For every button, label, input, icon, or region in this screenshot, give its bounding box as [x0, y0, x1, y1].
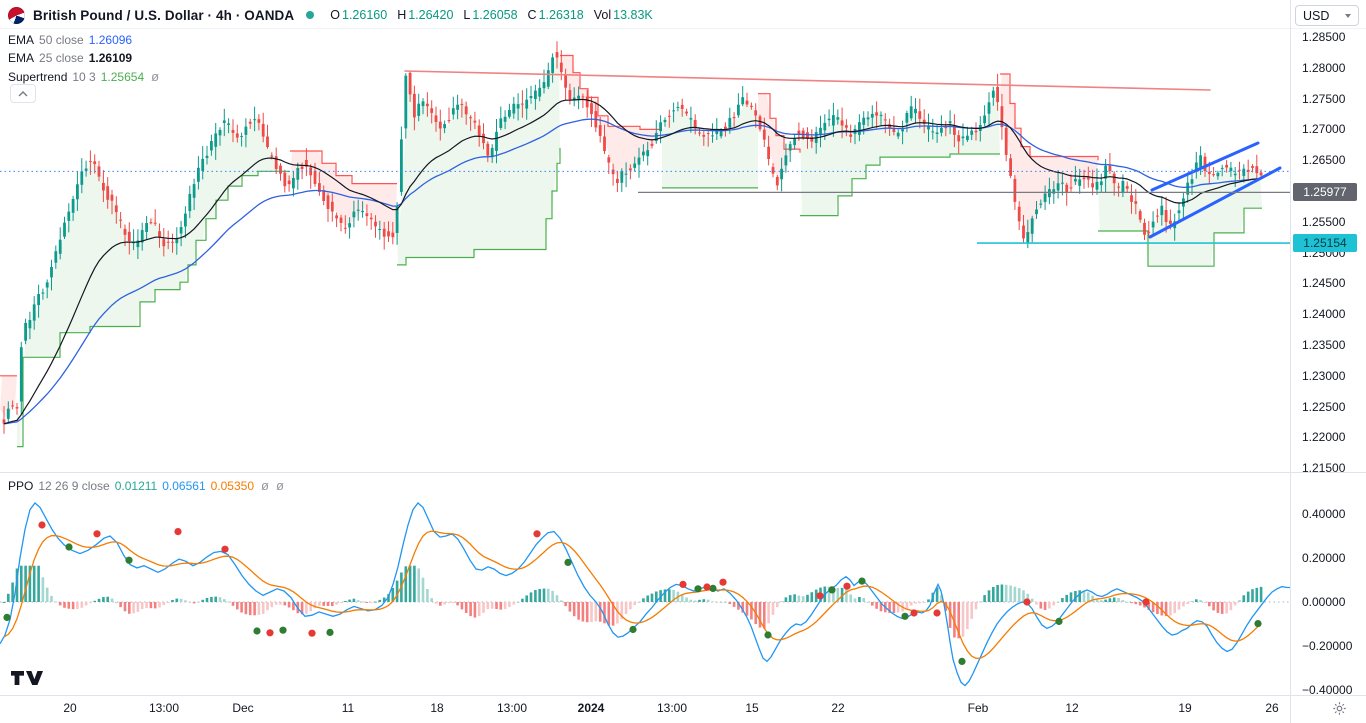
price-tick-label: 1.27000: [1302, 122, 1345, 136]
ppo-indicator-pane[interactable]: [0, 472, 1290, 695]
time-tick-label: 2024: [578, 701, 605, 715]
ppo-tick-label: 0.40000: [1302, 507, 1345, 521]
price-chart-pane[interactable]: [0, 0, 1290, 472]
ppo-tick-label: −0.20000: [1302, 639, 1352, 653]
time-tick-label: 19: [1178, 701, 1191, 715]
time-tick-label: Feb: [968, 701, 989, 715]
legend-supertrend[interactable]: Supertrend 10 3 1.25654 ø: [8, 69, 159, 84]
price-tick-label: 1.23500: [1302, 338, 1345, 352]
chevron-down-icon: [1345, 14, 1351, 18]
price-tick-label: 1.26500: [1302, 153, 1345, 167]
low-value: 1.26058: [472, 8, 517, 22]
currency-selector[interactable]: USD: [1295, 5, 1359, 26]
market-status-dot-icon[interactable]: [306, 11, 314, 19]
time-tick-label: 13:00: [497, 701, 527, 715]
open-label: O: [330, 8, 340, 22]
ema50-value: 1.26096: [89, 33, 132, 47]
ppo-tick-label: 0.00000: [1302, 595, 1345, 609]
legend-ppo[interactable]: PPO 12 26 9 close 0.01211 0.06561 0.0535…: [8, 478, 284, 493]
time-tick-label: 11: [342, 701, 354, 715]
price-tick-label: 1.24000: [1302, 307, 1345, 321]
legend-ema25[interactable]: EMA 25 close 1.26109: [8, 51, 132, 65]
price-tick-label: 1.24500: [1302, 276, 1345, 290]
ema25-value: 1.26109: [89, 51, 132, 65]
time-tick-label: 22: [831, 701, 844, 715]
ohlc-values: O1.26160 H1.26420 L1.26058 C1.26318 Vol1…: [330, 8, 653, 22]
tradingview-logo[interactable]: [10, 668, 46, 693]
time-scale[interactable]: 20 13:00 Dec 11 18 13:00 2024 13:00 15 22 Feb 12 19 2…: [0, 696, 1366, 723]
ppo-tick-label: −0.40000: [1302, 683, 1352, 697]
price-tick-label: 1.27500: [1302, 92, 1345, 106]
price-tick-label: 1.23000: [1302, 369, 1345, 383]
high-value: 1.26420: [408, 8, 453, 22]
empty-value-icon: ø: [151, 69, 159, 84]
price-tick-label: 1.22000: [1302, 430, 1345, 444]
price-tick-label: 1.28000: [1302, 61, 1345, 75]
close-label: C: [528, 8, 537, 22]
high-label: H: [397, 8, 406, 22]
chevron-up-icon: [18, 91, 28, 97]
symbol-flag-icon: [8, 7, 25, 24]
time-tick-label: 15: [745, 701, 758, 715]
low-label: L: [463, 8, 470, 22]
price-tick-label: 1.28500: [1302, 30, 1345, 44]
supertrend-value: 1.25654: [101, 70, 144, 84]
tradingview-chart-window: British Pound / U.S. Dollar · 4h · OANDA…: [0, 0, 1366, 723]
time-tick-label: 13:00: [657, 701, 687, 715]
ppo-tick-label: 0.20000: [1302, 551, 1345, 565]
time-tick-label: 26: [1265, 701, 1278, 715]
time-tick-label: 12: [1065, 701, 1078, 715]
ppo-signal-value: 0.05350: [211, 479, 254, 493]
symbol-title[interactable]: British Pound / U.S. Dollar · 4h · OANDA: [33, 8, 294, 23]
ppo-histogram-value: 0.01211: [115, 479, 158, 493]
time-tick-label: Dec: [232, 701, 253, 715]
pane-divider[interactable]: [0, 472, 1366, 473]
price-tick-label: 1.25500: [1302, 215, 1345, 229]
settings-gear-icon[interactable]: [1332, 701, 1348, 717]
price-tick-label: 1.21500: [1302, 461, 1345, 475]
time-tick-label: 13:00: [149, 701, 179, 715]
ppo-line-value: 0.06561: [162, 479, 205, 493]
open-value: 1.26160: [342, 8, 387, 22]
symbol-header: British Pound / U.S. Dollar · 4h · OANDA…: [8, 5, 653, 25]
empty-value-icon: ø: [276, 478, 284, 493]
empty-value-icon: ø: [261, 478, 269, 493]
price-level-badge: 1.25977: [1293, 183, 1357, 201]
price-scale[interactable]: 1.28500 1.28000 1.27500 1.27000 1.26500 1.255…: [1291, 0, 1366, 695]
header-divider: [0, 28, 1366, 29]
close-value: 1.26318: [539, 8, 584, 22]
volume-value: 13.83K: [613, 8, 653, 22]
legend-ema50[interactable]: EMA 50 close 1.26096: [8, 33, 132, 47]
time-tick-label: 20: [63, 701, 76, 715]
currency-label: USD: [1303, 9, 1329, 23]
price-tick-label: 1.22500: [1302, 400, 1345, 414]
time-tick-label: 18: [430, 701, 443, 715]
collapse-legend-button[interactable]: [10, 84, 36, 103]
volume-label: Vol: [594, 8, 611, 22]
price-level-badge: 1.25154: [1293, 234, 1357, 252]
